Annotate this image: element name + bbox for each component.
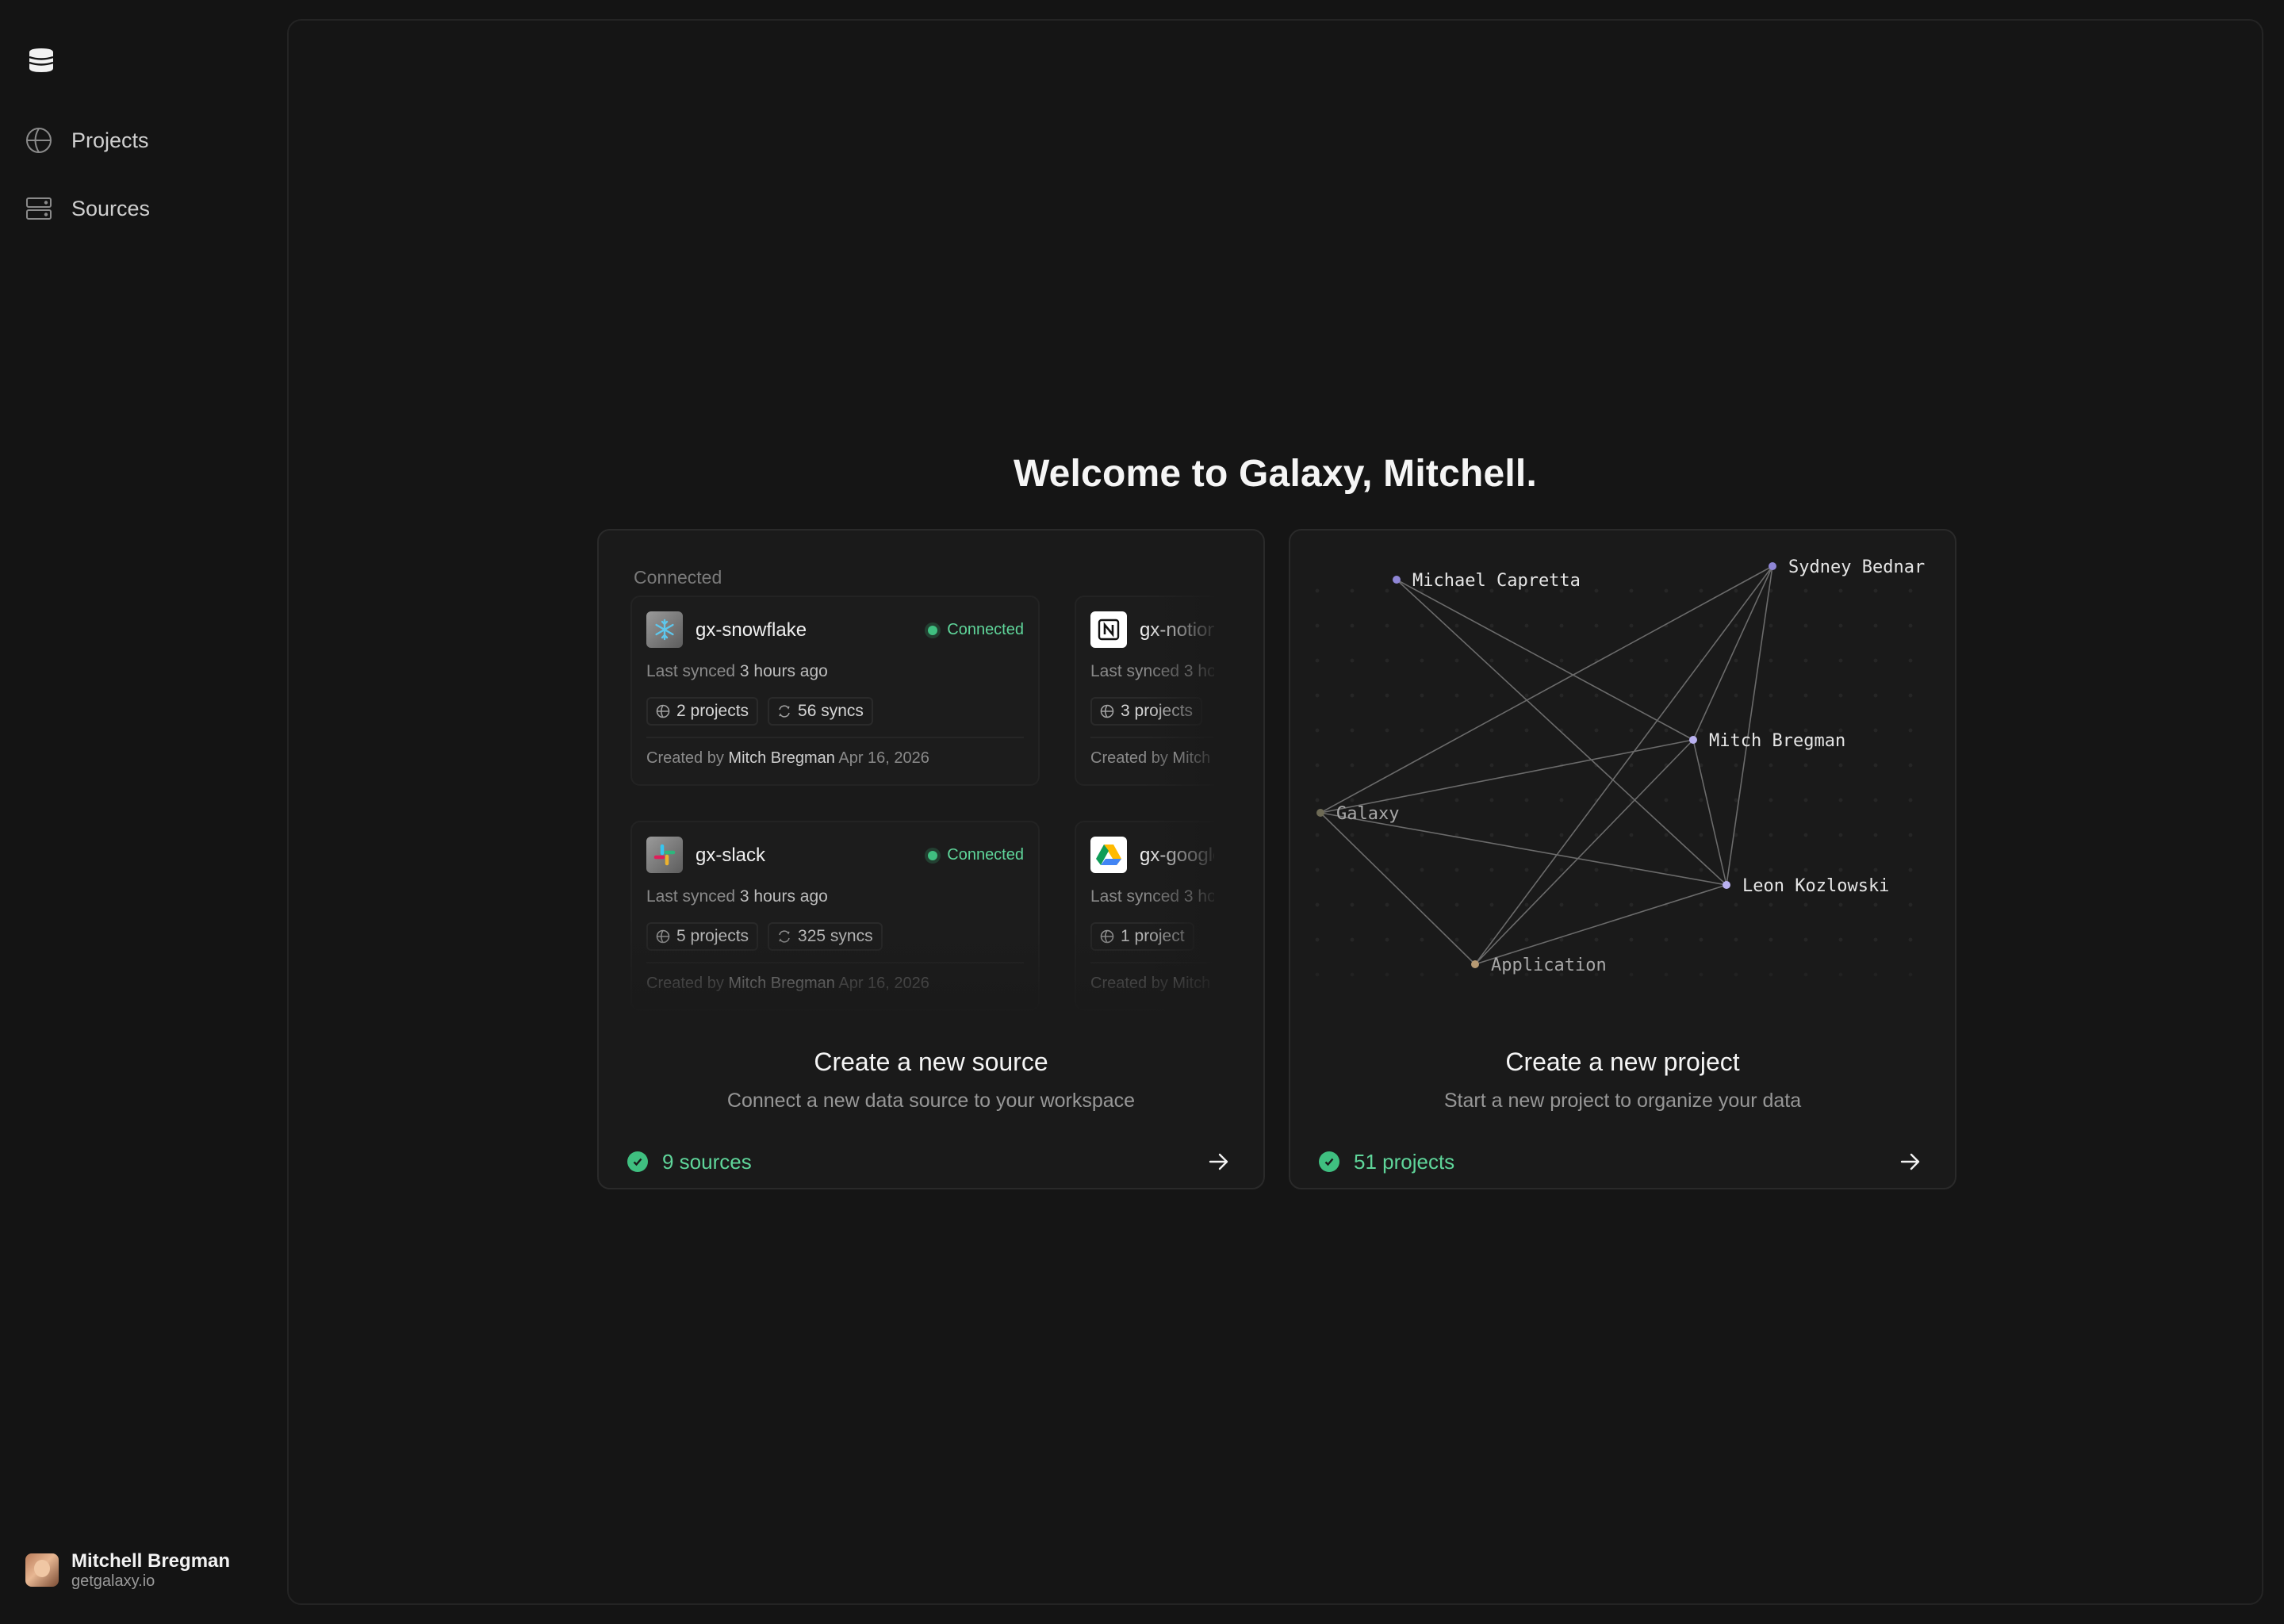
projects-chip: 1 project: [1090, 922, 1194, 951]
main-panel: Welcome to Galaxy, Mitchell. Connected g…: [287, 19, 2263, 1605]
page-title: Welcome to Galaxy, Mitchell.: [1013, 453, 1538, 495]
user-name: Mitchell Bregman: [71, 1550, 231, 1572]
globe-icon: [1100, 704, 1114, 718]
sidebar: Projects Sources Mitchell Bregman getgal…: [0, 0, 287, 1624]
source-card-notion: gx-notion Last synced 3 hours ago 3 proj…: [1075, 596, 1214, 786]
source-card-google-drive: gx-google-drive Last synced 3 hours ago …: [1075, 821, 1214, 1011]
last-synced: Last synced 3 hours ago: [646, 887, 828, 906]
status-badge: Connected: [928, 621, 1024, 639]
globe-icon: [24, 125, 54, 155]
server-icon: [24, 193, 54, 224]
check-circle-icon: [1319, 1151, 1339, 1172]
graph-node: [1769, 562, 1776, 570]
sync-icon: [779, 705, 790, 718]
card-title: Create a new source: [814, 1048, 1048, 1076]
project-graph: Michael Capretta Sydney Bednar Mitch Bregm…: [1306, 557, 1933, 990]
sidebar-item-sources[interactable]: Sources: [24, 186, 262, 231]
source-name: gx-notion: [1140, 619, 1214, 641]
source-name: gx-snowflake: [696, 619, 807, 641]
syncs-chip: 325 syncs: [768, 922, 883, 951]
create-source-card[interactable]: Connected gx-snowflake Connected Last sy…: [597, 529, 1265, 1189]
sources-preview: Connected gx-snowflake Connected Last sy…: [630, 559, 1214, 1019]
source-name: gx-google-drive: [1140, 845, 1214, 866]
avatar: [25, 1553, 59, 1587]
card-subtitle: Start a new project to organize your dat…: [1443, 1090, 1802, 1112]
projects-count: 51 projects: [1319, 1150, 1454, 1174]
user-domain: getgalaxy.io: [71, 1572, 155, 1590]
graph-node-label: Mitch Bregman: [1709, 731, 1845, 751]
graph-node: [1316, 809, 1324, 817]
create-project-card[interactable]: Michael Capretta Sydney Bednar Mitch Bregm…: [1289, 529, 1956, 1189]
snowflake-icon: [646, 611, 683, 648]
google-drive-icon: [1090, 837, 1127, 873]
status-dot-icon: [928, 625, 938, 635]
graph-node-label: Leon Kozlowski: [1742, 876, 1889, 896]
source-card-snowflake: gx-snowflake Connected Last synced 3 hou…: [630, 596, 1040, 786]
graph-node-label: Michael Capretta: [1412, 571, 1581, 591]
sidebar-item-projects[interactable]: Projects: [24, 118, 262, 163]
graph-node-label: Sydney Bednar: [1788, 557, 1925, 577]
sync-icon: [779, 930, 790, 943]
sidebar-item-label: Sources: [71, 196, 151, 220]
status-badge: Connected: [928, 846, 1024, 864]
source-card-slack: gx-slack Connected Last synced 3 hours a…: [630, 821, 1040, 1011]
graph-node: [1689, 736, 1697, 744]
projects-chip: 5 projects: [646, 922, 759, 951]
projects-chip: 3 projects: [1090, 697, 1203, 726]
graph-node-label: Galaxy: [1336, 804, 1399, 824]
last-synced: Last synced 3 hours ago: [646, 662, 828, 680]
status-dot-icon: [928, 850, 938, 860]
arrow-right-icon[interactable]: [1203, 1146, 1235, 1178]
graph-node: [1471, 960, 1479, 968]
created-by: Created by Mitch Bregman Apr 16, 2026: [646, 975, 929, 992]
last-synced: Last synced 3 hours ago: [1090, 662, 1214, 680]
card-subtitle: Connect a new data source to your worksp…: [726, 1090, 1136, 1112]
check-circle-icon: [627, 1151, 648, 1172]
notion-icon: [1090, 611, 1127, 648]
last-synced: Last synced 3 hours ago: [1090, 887, 1214, 906]
syncs-chip: 56 syncs: [768, 697, 873, 726]
graph-node-label: Application: [1491, 956, 1607, 975]
created-by: Created by Mitch Bregman: [1090, 975, 1214, 992]
user-profile[interactable]: Mitchell Bregman getgalaxy.io: [25, 1550, 230, 1590]
galaxy-logo-icon[interactable]: [26, 46, 56, 75]
globe-icon: [656, 929, 670, 944]
sidebar-item-label: Projects: [71, 128, 149, 152]
globe-icon: [1100, 929, 1114, 944]
card-title: Create a new project: [1505, 1048, 1740, 1076]
projects-chip: 2 projects: [646, 697, 759, 726]
section-label: Connected: [634, 567, 722, 588]
created-by: Created by Mitch Bregman Apr 16, 2026: [646, 749, 929, 767]
slack-icon: [646, 837, 683, 873]
globe-icon: [656, 704, 670, 718]
graph-node: [1723, 881, 1730, 889]
source-name: gx-slack: [696, 845, 766, 866]
arrow-right-icon[interactable]: [1895, 1146, 1926, 1178]
created-by: Created by Mitch Bregman: [1090, 749, 1214, 767]
graph-node: [1393, 576, 1401, 584]
sources-count: 9 sources: [627, 1150, 752, 1174]
